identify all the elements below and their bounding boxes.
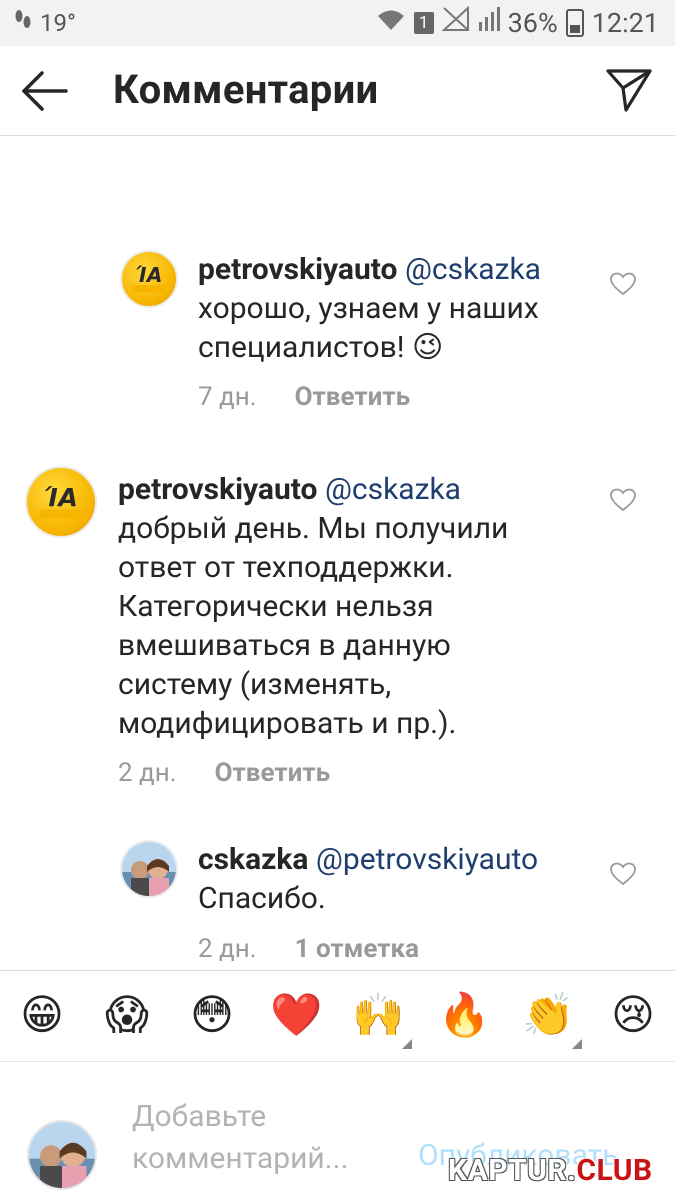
app-header: Комментарии [0,46,675,136]
like-heart-icon[interactable] [610,862,636,886]
emoji-raised-hands-icon[interactable]: 🙌 [352,991,404,1041]
comment-item: ΊΑ petrovskiyauto @cskazka добрый день. … [0,462,675,792]
back-button[interactable] [18,66,72,116]
comment-line: хорошо, узнаем у наших [198,291,539,326]
comment-mention[interactable]: @cskazka [405,252,541,287]
emoji-cry-icon[interactable]: 😢 [608,991,658,1041]
direct-send-button[interactable] [605,66,653,114]
likes-count-link[interactable]: 1 отметка [295,934,419,964]
comment-age: 2 дн. [198,934,257,964]
comment-line: специалистов! 😉 [198,330,444,365]
placeholder-line: комментарий... [132,1141,349,1176]
watermark-club: CLUB [576,1153,653,1188]
svg-text:ΊΑ: ΊΑ [136,263,163,287]
user-photo-icon [29,1122,95,1188]
user-photo-icon [122,842,176,896]
comment-age: 2 дн. [118,758,177,788]
comment-username[interactable]: petrovskiyauto [118,472,317,507]
status-right: 1 36% 12:21 [376,5,659,39]
comment-username[interactable]: cskazka [198,842,308,877]
comment-line: Спасибо. [198,881,326,916]
comment-age: 7 дн. [198,382,257,412]
placeholder-line: Добавьте [132,1099,267,1134]
svg-text:ΊΑ: ΊΑ [44,483,78,512]
no-signal-icon [441,5,470,39]
battery-icon [565,8,584,37]
my-avatar [27,1120,97,1190]
comment-line: ответ от техподдержки. [118,550,454,585]
battery-percent: 36% [507,6,558,39]
sim-badge: 1 [413,11,434,34]
emoji-heart-icon[interactable]: ❤️ [270,991,322,1041]
comment-body: petrovskiyauto @cskazka хорошо, узнаем у… [198,250,598,367]
comment-line: Категорически нельзя [118,589,434,624]
status-bar: 19° 1 36% 12:21 [0,0,675,46]
like-heart-icon[interactable] [610,488,636,512]
avatar[interactable] [120,840,178,898]
emoji-clap-icon[interactable]: 👏 [522,991,574,1041]
comment-mention[interactable]: @cskazka [325,472,461,507]
comment-line: добрый день. Мы получили [118,511,509,546]
paper-plane-icon [606,69,652,112]
emoji-quick-bar: 😁 😱 😳 ❤️ 🙌 🔥 👏 😢 [0,970,675,1062]
wifi-icon [376,7,406,39]
reply-button[interactable]: Ответить [215,758,331,788]
comment-line: систему (изменять, [118,667,392,702]
comment-item: ΊΑ petrovskiyauto @cskazka хорошо, узнае… [0,240,675,420]
emoji-flushed-icon[interactable]: 😳 [187,991,237,1041]
petrovskiy-logo-icon: ΊΑ [132,263,166,292]
comment-line: модифицировать и пр.). [118,706,457,741]
comment-body: cskazka @petrovskiyauto Спасибо. [198,840,618,918]
emoji-scream-icon[interactable]: 😱 [102,991,152,1041]
comment-meta: 7 дн. Ответить [198,382,410,412]
emoji-grin-icon[interactable]: 😁 [17,991,67,1041]
avatar[interactable]: ΊΑ [25,466,97,538]
petrovskiy-logo-icon: ΊΑ [39,483,83,519]
footprints-icon [14,8,32,38]
comment-input[interactable]: Добавьте комментарий... [132,1096,402,1180]
comment-line: вмешиваться в данную [118,628,451,663]
temperature: 19° [40,9,76,37]
watermark-brand: KAPTUR. [448,1153,577,1188]
comment-mention[interactable]: @petrovskiyauto [316,842,538,877]
skin-tone-indicator [402,1039,412,1049]
page-title: Комментарии [113,66,379,113]
arrow-left-icon [22,71,68,111]
skin-tone-indicator [572,1039,582,1049]
comment-meta: 2 дн. Ответить [118,758,330,788]
status-left: 19° [14,8,76,38]
comment-username[interactable]: petrovskiyauto [198,252,397,287]
comment-body: petrovskiyauto @cskazka добрый день. Мы … [118,470,598,743]
reply-button[interactable]: Ответить [295,382,411,412]
clock: 12:21 [591,6,659,39]
like-heart-icon[interactable] [610,272,636,296]
comment-meta: 2 дн. 1 отметка [198,934,419,964]
avatar[interactable]: ΊΑ [120,250,178,308]
comment-item: cskazka @petrovskiyauto Спасибо. 2 дн. 1… [0,836,675,970]
watermark: KAPTUR.CLUB [448,1153,653,1188]
signal-bars-icon [478,6,500,39]
emoji-fire-icon[interactable]: 🔥 [438,991,490,1041]
